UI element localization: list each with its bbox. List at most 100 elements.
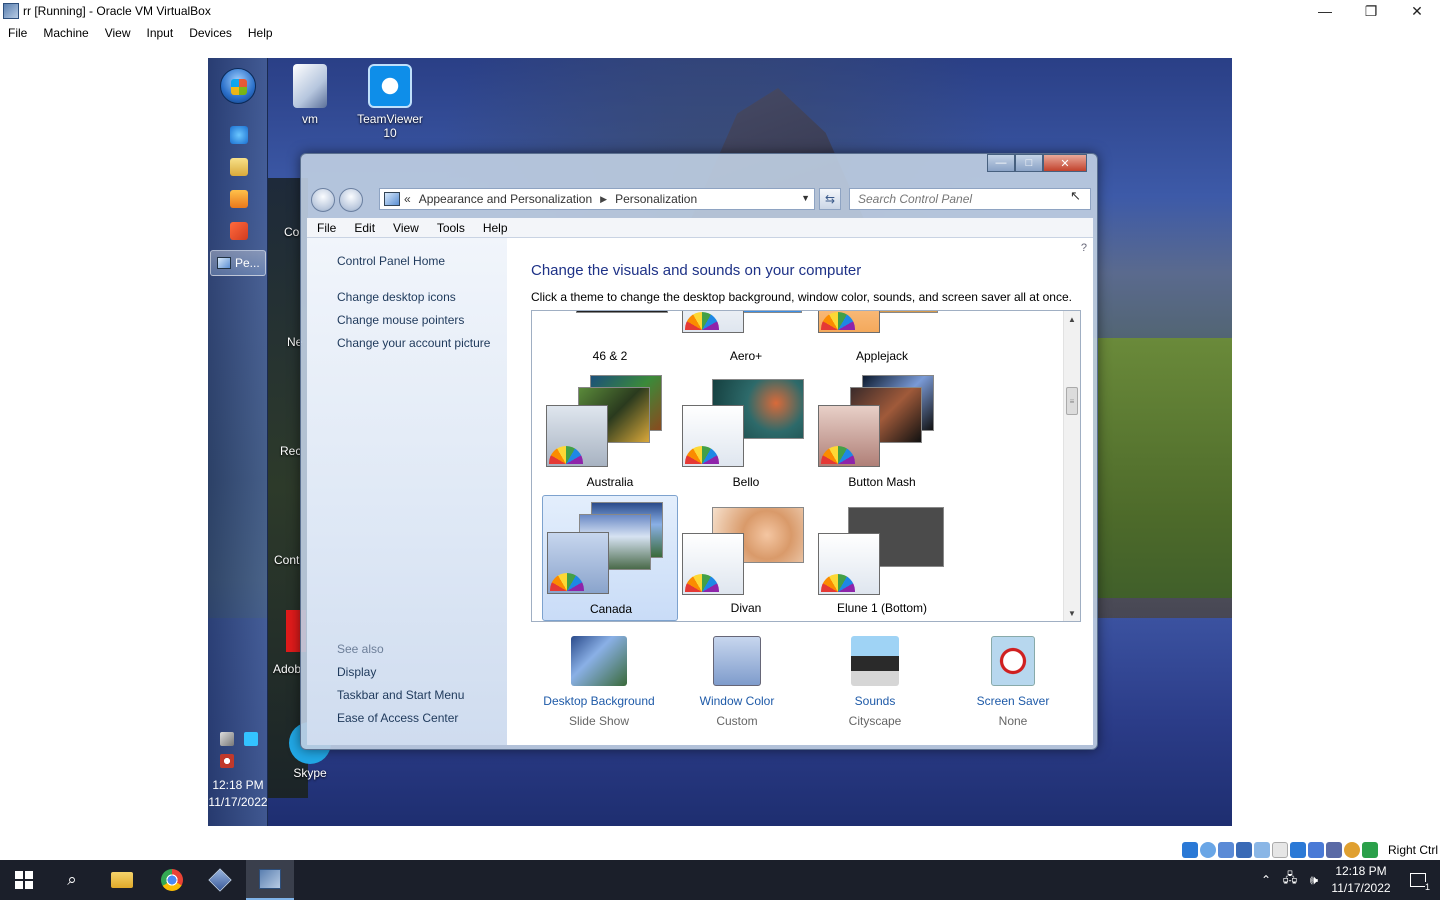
scroll-down-arrow-icon[interactable]: ▼	[1064, 605, 1080, 621]
desktop-background-icon	[571, 636, 627, 686]
mouse-integration-icon[interactable]	[1362, 842, 1378, 858]
host-restore-button[interactable]: ❐	[1348, 0, 1394, 22]
theme-list-scrollbar[interactable]: ▲ ≡ ▼	[1063, 311, 1080, 621]
tray-display-icon[interactable]	[244, 732, 258, 746]
audio-icon[interactable]	[1218, 842, 1234, 858]
breadcrumb-appearance[interactable]: Appearance and Personalization	[419, 192, 592, 206]
refresh-button[interactable]: ⇆	[819, 188, 841, 210]
scroll-up-arrow-icon[interactable]: ▲	[1064, 311, 1080, 327]
network-icon[interactable]	[1236, 842, 1252, 858]
hard-disk-icon[interactable]	[1182, 842, 1198, 858]
menu-edit[interactable]: Edit	[344, 221, 383, 235]
theme-item-selected[interactable]: Canada	[542, 495, 678, 621]
forward-button[interactable]	[339, 188, 363, 212]
theme-item[interactable]: Elune 1 (Bottom)	[814, 495, 950, 621]
window-maximize-button[interactable]: □	[1015, 154, 1043, 172]
theme-label: Elune 1 (Bottom)	[836, 601, 928, 615]
window-close-button[interactable]: ✕	[1043, 154, 1087, 172]
taskbar-vm-window[interactable]	[246, 860, 294, 900]
optical-drive-icon[interactable]	[1200, 842, 1216, 858]
theme-item[interactable]: Applejack	[814, 311, 950, 365]
volume-icon[interactable]: 🕪	[1302, 872, 1326, 888]
host-minimize-button[interactable]: —	[1302, 0, 1348, 22]
host-system-tray: ⌃ 🖧 🕪 12:18 PM 11/17/2022 1	[1254, 860, 1440, 900]
desktop-icon-label: vm	[302, 112, 318, 126]
breadcrumb-personalization[interactable]: Personalization	[615, 192, 697, 206]
address-dropdown-icon[interactable]: ▼	[801, 193, 810, 203]
screen-saver-setting[interactable]: Screen Saver None	[943, 636, 1083, 728]
notification-center-icon[interactable]: 1	[1396, 860, 1440, 900]
host-menu-machine[interactable]: Machine	[35, 26, 96, 40]
change-account-picture-link[interactable]: Change your account picture	[337, 336, 490, 350]
recording-icon[interactable]	[1308, 842, 1324, 858]
menu-view[interactable]: View	[383, 221, 427, 235]
theme-item[interactable]: Aero+	[678, 311, 814, 365]
search-button[interactable]: ⌕	[48, 860, 96, 900]
screen-saver-icon	[991, 636, 1035, 686]
search-input[interactable]	[849, 188, 1091, 210]
host-clock[interactable]: 12:18 PM 11/17/2022	[1326, 863, 1396, 897]
media-player-icon[interactable]	[230, 190, 248, 208]
breadcrumb-separator-icon[interactable]: ▶	[600, 194, 607, 205]
taskbar-personalization-button[interactable]: Pe...	[210, 250, 266, 276]
start-button[interactable]	[0, 860, 48, 900]
guest-clock[interactable]: 12:18 PM 11/17/2022	[208, 777, 268, 811]
host-close-button[interactable]: ✕	[1394, 0, 1440, 22]
search-icon: ⌕	[67, 870, 77, 889]
window-color-link[interactable]: Window Color	[667, 694, 807, 708]
theme-item[interactable]: Australia	[542, 373, 678, 495]
sounds-icon	[851, 636, 899, 686]
theme-item[interactable]: Divan	[678, 495, 814, 621]
scroll-thumb[interactable]: ≡	[1066, 387, 1078, 415]
host-menu-devices[interactable]: Devices	[181, 26, 240, 40]
host-menu-view[interactable]: View	[97, 26, 139, 40]
guest-additions-icon[interactable]	[1344, 842, 1360, 858]
host-menu-input[interactable]: Input	[139, 26, 182, 40]
taskbar-file-explorer[interactable]	[98, 860, 146, 900]
status-icons	[1182, 842, 1378, 858]
menu-file[interactable]: File	[307, 221, 344, 235]
start-orb-button[interactable]	[220, 68, 256, 104]
address-bar[interactable]: « Appearance and Personalization ▶ Perso…	[379, 188, 815, 210]
window-minimize-button[interactable]: —	[987, 154, 1015, 172]
sounds-link[interactable]: Sounds	[805, 694, 945, 708]
host-menu-help[interactable]: Help	[240, 26, 281, 40]
tray-chevron-up-icon[interactable]: ⌃	[1254, 873, 1278, 887]
network-icon[interactable]: 🖧	[1278, 869, 1302, 891]
theme-item[interactable]: Button Mash	[814, 373, 950, 495]
shared-folders-icon[interactable]	[1272, 842, 1288, 858]
change-desktop-icons-link[interactable]: Change desktop icons	[337, 290, 456, 304]
desktop-background-setting[interactable]: Desktop Background Slide Show	[529, 636, 669, 728]
theme-list[interactable]: 46 & 2 Aero+ Applejack Australia Bello B…	[531, 310, 1081, 622]
control-panel-home-link[interactable]: Control Panel Home	[337, 254, 445, 268]
display-icon[interactable]	[1290, 842, 1306, 858]
menu-tools[interactable]: Tools	[427, 221, 473, 235]
usb-icon[interactable]	[1254, 842, 1270, 858]
internet-explorer-icon[interactable]	[230, 126, 248, 144]
tray-volume-icon[interactable]	[220, 754, 234, 768]
folder-icon[interactable]	[230, 158, 248, 176]
menu-help[interactable]: Help	[473, 221, 516, 235]
cpu-icon[interactable]	[1326, 842, 1342, 858]
desktop-icon-vm[interactable]: vm	[272, 64, 348, 126]
window-caption-buttons: — □ ✕	[987, 154, 1087, 172]
theme-preview	[876, 311, 938, 313]
desktop-icon-teamviewer[interactable]: TeamViewer 10	[352, 64, 428, 140]
taskbar-chrome[interactable]	[148, 860, 196, 900]
theme-item[interactable]: Bello	[678, 373, 814, 495]
screen-saver-link[interactable]: Screen Saver	[943, 694, 1083, 708]
theme-item[interactable]: 46 & 2	[542, 311, 678, 365]
sounds-setting[interactable]: Sounds Cityscape	[805, 636, 945, 728]
ease-of-access-link[interactable]: Ease of Access Center	[337, 711, 458, 725]
display-link[interactable]: Display	[337, 665, 376, 679]
window-color-setting[interactable]: Window Color Custom	[667, 636, 807, 728]
back-button[interactable]	[311, 188, 335, 212]
taskbar-virtualbox[interactable]	[196, 860, 244, 900]
help-icon[interactable]: ?	[1081, 242, 1087, 254]
host-menu-file[interactable]: File	[0, 26, 35, 40]
desktop-background-link[interactable]: Desktop Background	[529, 694, 669, 708]
tray-settings-icon[interactable]	[220, 732, 234, 746]
paint-icon[interactable]	[230, 222, 248, 240]
change-mouse-pointers-link[interactable]: Change mouse pointers	[337, 313, 464, 327]
taskbar-start-menu-link[interactable]: Taskbar and Start Menu	[337, 688, 464, 702]
